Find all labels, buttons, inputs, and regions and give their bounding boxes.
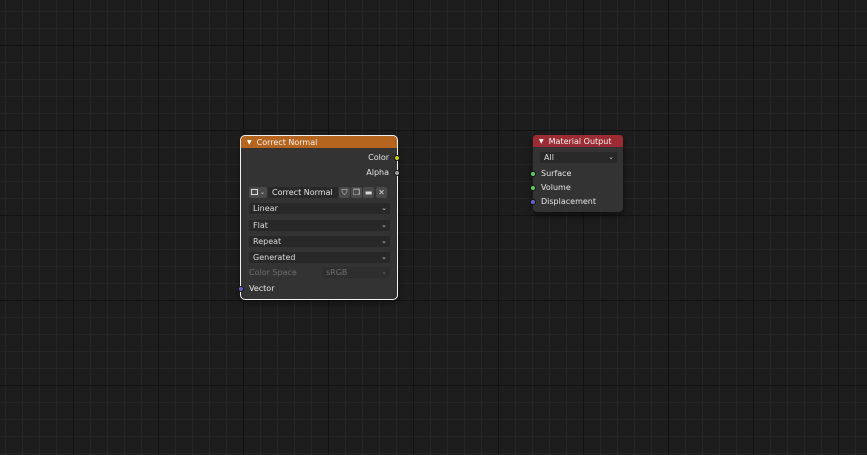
output-alpha-row: Alpha [241, 167, 397, 179]
chevron-down-icon: ⌄ [260, 189, 266, 196]
color-space-dropdown[interactable]: sRGB ⌄ [322, 267, 390, 278]
output-color-label: Color [368, 153, 389, 162]
source-dropdown[interactable]: Generated ⌄ [249, 252, 390, 263]
input-volume-label: Volume [541, 183, 571, 192]
node-header[interactable]: ▼ Correct Normal [241, 136, 397, 148]
shield-icon[interactable]: ⛉ [339, 187, 350, 198]
image-name-field[interactable]: Correct Normal [268, 187, 338, 198]
image-browse-button[interactable]: ⌄ [249, 187, 267, 198]
input-vector-socket[interactable] [238, 286, 244, 292]
target-dropdown[interactable]: All ⌄ [540, 152, 617, 163]
input-surface-row: Surface [533, 168, 623, 180]
extension-value: Repeat [253, 237, 282, 246]
target-value: All [544, 153, 554, 162]
input-vector-row: Vector [241, 283, 397, 295]
input-surface-label: Surface [541, 169, 572, 178]
input-displacement-label: Displacement [541, 197, 596, 206]
projection-dropdown[interactable]: Flat ⌄ [249, 220, 390, 231]
source-value: Generated [253, 253, 296, 262]
output-color-socket[interactable] [394, 155, 400, 161]
image-icon [251, 189, 258, 195]
folder-icon[interactable]: ▬ [363, 187, 374, 198]
node-header[interactable]: ▼ Material Output [533, 135, 623, 147]
color-space-value: sRGB [326, 268, 348, 277]
node-editor-canvas[interactable]: ▼ Correct Normal Color Alpha ⌄ Correct N… [0, 0, 867, 455]
output-alpha-label: Alpha [366, 168, 389, 177]
chevron-down-icon: ⌄ [381, 268, 387, 276]
collapse-arrow-icon[interactable]: ▼ [247, 139, 252, 146]
chevron-down-icon: ⌄ [381, 221, 387, 229]
input-volume-row: Volume [533, 182, 623, 194]
input-vector-label: Vector [249, 284, 275, 293]
input-volume-socket[interactable] [530, 185, 536, 191]
chevron-down-icon: ⌄ [608, 153, 614, 161]
collapse-arrow-icon[interactable]: ▼ [539, 138, 544, 145]
duplicate-icon[interactable]: ❐ [351, 187, 362, 198]
close-icon[interactable]: ✕ [376, 187, 387, 198]
input-displacement-socket[interactable] [530, 199, 536, 205]
node-title: Material Output [548, 136, 612, 146]
output-color-row: Color [241, 152, 397, 164]
interpolation-value: Linear [253, 204, 278, 213]
node-title: Correct Normal [256, 137, 318, 147]
image-name-text: Correct Normal [272, 188, 333, 197]
chevron-down-icon: ⌄ [381, 253, 387, 261]
output-alpha-socket[interactable] [394, 170, 400, 176]
image-texture-node[interactable]: ▼ Correct Normal Color Alpha ⌄ Correct N… [238, 135, 400, 300]
color-space-label: Color Space [249, 268, 297, 277]
chevron-down-icon: ⌄ [381, 237, 387, 245]
projection-value: Flat [253, 221, 268, 230]
extension-dropdown[interactable]: Repeat ⌄ [249, 236, 390, 247]
chevron-down-icon: ⌄ [381, 204, 387, 212]
material-output-node[interactable]: ▼ Material Output All ⌄ Surface Volume D… [530, 135, 623, 212]
input-surface-socket[interactable] [530, 171, 536, 177]
interpolation-dropdown[interactable]: Linear ⌄ [249, 203, 390, 214]
input-displacement-row: Displacement [533, 196, 623, 208]
